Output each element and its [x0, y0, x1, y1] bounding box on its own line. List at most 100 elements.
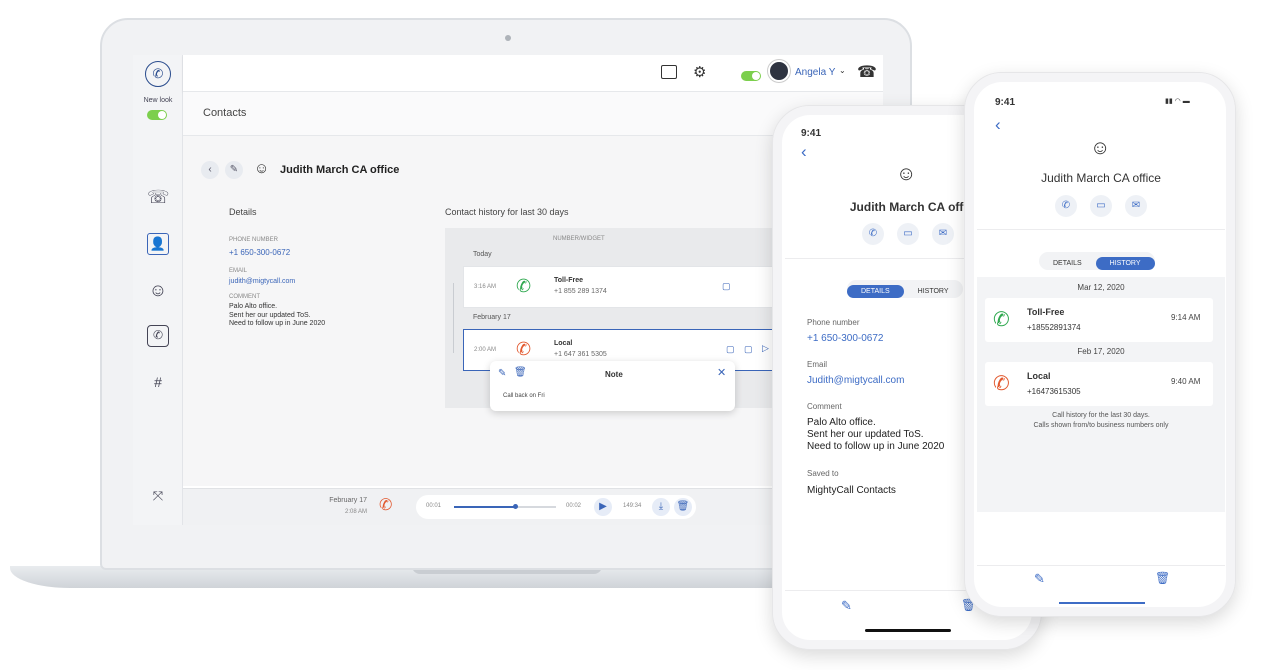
note-title: Note — [605, 370, 623, 379]
back-chevron-icon[interactable]: ‹ — [801, 142, 807, 162]
divider — [977, 229, 1225, 230]
local-call-icon: ✆ — [379, 497, 393, 514]
email-icon[interactable]: ✉ — [932, 223, 954, 245]
note-icon[interactable]: ▢ — [722, 281, 731, 292]
page-title: Contacts — [203, 107, 247, 119]
note-popup: ✎ 🗑 Note ✕ Call back on Fri — [490, 361, 735, 411]
edit-icon[interactable]: ✎ — [1034, 571, 1045, 587]
call-icon[interactable]: ✆ — [862, 223, 884, 245]
new-look-toggle[interactable] — [147, 107, 167, 125]
comment-label: Comment — [807, 402, 842, 411]
chevron-down-icon[interactable]: ⌄ — [839, 66, 846, 75]
column-header: NUMBER/WIDGET — [553, 236, 605, 242]
end-time: 00:02 — [566, 503, 582, 509]
phone-value[interactable]: +1 650-300-0672 — [807, 333, 883, 344]
contact-name: Judith March CA office — [280, 164, 400, 176]
message-icon[interactable]: ▭ — [897, 223, 919, 245]
user-name[interactable]: Angela Y — [795, 67, 835, 78]
progress-fill — [454, 506, 516, 508]
group-date: Today — [473, 251, 492, 258]
contact-avatar-icon: ☺ — [254, 160, 270, 177]
history-item[interactable]: ✆ Toll-Free +18552891374 9:14 AM — [985, 298, 1213, 342]
contacts-icon[interactable]: 👤 — [147, 233, 169, 255]
saved-label: Saved to — [807, 469, 839, 478]
email-label: Email — [807, 360, 828, 369]
signal-wifi-battery-icon: ▮▮ ◠ ▬ — [1165, 98, 1190, 105]
history-list: Mar 12, 2020 ✆ Toll-Free +18552891374 9:… — [977, 277, 1225, 512]
home-indicator — [1059, 602, 1145, 604]
tab-details[interactable]: DETAILS — [847, 285, 904, 298]
local-call-icon: ✆ — [516, 339, 532, 359]
phone-history-screen: 9:41 ▮▮ ◠ ▬ ‹ ☺ Judith March CA office ✆… — [977, 85, 1225, 606]
agent-icon[interactable]: ☺ — [147, 279, 169, 301]
group-date: Feb 17, 2020 — [1077, 347, 1125, 356]
settings-gear-icon[interactable]: ⚙ — [693, 63, 706, 81]
email-label: EMAIL — [229, 268, 248, 274]
close-icon[interactable]: ✕ — [717, 366, 726, 379]
message-icon[interactable]: ▭ — [1090, 195, 1112, 217]
tollfree-call-icon: ✆ — [993, 309, 1010, 331]
phone-value[interactable]: +1 650-300-0672 — [229, 248, 290, 257]
edit-note-icon[interactable]: ✎ — [498, 368, 506, 379]
group-date: Mar 12, 2020 — [1077, 283, 1125, 292]
dialer-icon[interactable]: ✆ — [147, 325, 169, 347]
email-value[interactable]: Judith@migtycall.com — [807, 375, 904, 386]
timeline-line — [453, 283, 454, 353]
play-icon[interactable]: ▷ — [762, 343, 769, 354]
download-icon[interactable]: ⤓ — [652, 498, 670, 516]
email-icon[interactable]: ✉ — [1125, 195, 1147, 217]
progress-track[interactable] — [454, 504, 556, 509]
sms-icon[interactable]: ▢ — [744, 344, 753, 355]
call-icon[interactable]: ✆ — [1055, 195, 1077, 217]
edit-button[interactable]: ✎ — [225, 161, 243, 179]
player-bar: 00:01 00:02 ▶ 149:34 ⤓ 🗑 — [416, 495, 696, 519]
history-heading: Contact history for last 30 days — [445, 207, 569, 217]
tab-details[interactable]: DETAILS — [1039, 257, 1096, 270]
comment-text: Palo Alto office. Sent her our updated T… — [807, 417, 945, 452]
contact-avatar-icon: ☺ — [1090, 137, 1111, 159]
left-rail: ✆ New look ☏ 👤 ☺ ✆ # ⤧ — [133, 55, 183, 525]
expand-icon[interactable]: ⤧ — [147, 485, 169, 507]
progress-knob[interactable] — [513, 504, 519, 509]
tollfree-call-icon: ✆ — [516, 276, 532, 296]
laptop-camera — [505, 35, 511, 41]
edit-icon[interactable]: ✎ — [841, 598, 852, 614]
trash-icon[interactable]: 🗑 — [674, 498, 692, 516]
saved-value: MightyCall Contacts — [807, 485, 896, 496]
logo-icon[interactable]: ✆ — [145, 61, 171, 87]
back-chevron-icon[interactable]: ‹ — [995, 115, 1001, 135]
trash-icon[interactable]: 🗑 — [1155, 571, 1170, 585]
contact-name: Judith March CA office — [1041, 171, 1161, 185]
tab-history[interactable]: HISTORY — [904, 285, 963, 298]
comment-label: COMMENT — [229, 294, 260, 300]
user-avatar[interactable] — [768, 60, 790, 82]
back-button[interactable]: ‹ — [201, 161, 219, 179]
tab-switcher: DETAILS HISTORY — [1039, 252, 1155, 270]
elapsed-time: 00:01 — [426, 503, 442, 509]
numbers-icon[interactable]: # — [147, 371, 169, 393]
phone-keypad-icon[interactable]: ☎ — [857, 62, 877, 82]
play-button[interactable]: ▶ — [594, 498, 612, 516]
new-look-label: New look — [143, 97, 173, 104]
duration: 149:34 — [623, 503, 642, 509]
tab-history[interactable]: HISTORY — [1095, 257, 1155, 270]
note-text: Call back on Fri — [503, 393, 545, 399]
delete-note-icon[interactable]: 🗑 — [514, 367, 527, 378]
history-row[interactable]: 3:16 AM ✆ Toll-Free +1 855 289 1374 ▢ — [463, 266, 785, 308]
top-bar: ⚙ Angela Y ⌄ ☎ — [183, 55, 883, 92]
status-time: 9:41 — [801, 128, 822, 139]
tab-switcher: DETAILS HISTORY — [847, 280, 963, 298]
calls-icon[interactable]: ☏ — [147, 186, 170, 208]
divider — [977, 565, 1225, 566]
details-heading: Details — [229, 207, 257, 217]
status-toggle[interactable] — [741, 68, 761, 86]
local-call-icon: ✆ — [993, 373, 1010, 395]
note-icon[interactable]: ▢ — [726, 344, 735, 355]
contact-avatar-icon: ☺ — [896, 163, 917, 185]
group-date: February 17 — [473, 314, 511, 321]
status-time: 9:41 — [995, 97, 1016, 108]
email-value[interactable]: judith@migtycall.com — [229, 278, 295, 285]
history-item[interactable]: ✆ Local +16473615305 9:40 AM — [985, 362, 1213, 406]
comment-text: Palo Alto office. Sent her our updated T… — [229, 303, 326, 327]
reports-icon[interactable] — [661, 65, 677, 79]
